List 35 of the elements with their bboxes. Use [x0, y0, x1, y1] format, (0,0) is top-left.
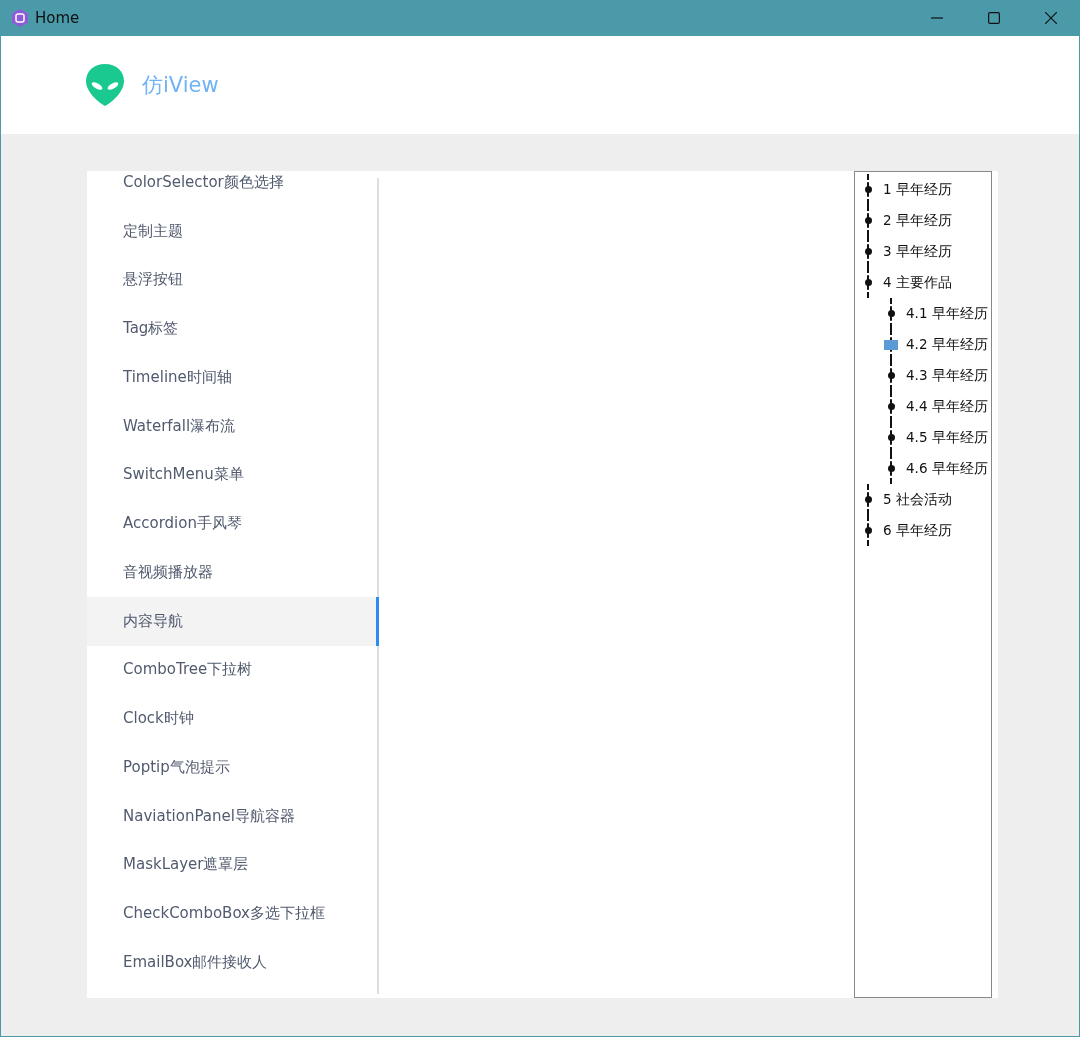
nav-item[interactable]: 4.3 早年经历 — [906, 366, 988, 385]
menu-item[interactable]: Waterfall瀑布流 — [87, 401, 379, 451]
menu-item[interactable]: EmailBox邮件接收人 — [87, 938, 379, 987]
menu-item[interactable]: Clock时钟 — [87, 694, 379, 743]
hexagon-logo-icon — [11, 9, 29, 27]
menu-item[interactable]: Accordion手风琴 — [87, 499, 379, 548]
nav-item[interactable]: 6 早年经历 — [883, 521, 952, 540]
menu-item[interactable]: NaviationPanel导航容器 — [87, 791, 379, 841]
menu-item[interactable]: ComboTree下拉树 — [87, 645, 379, 695]
menu-item[interactable]: 悬浮按钮 — [87, 255, 379, 305]
menu-item[interactable]: Tag标签 — [87, 304, 379, 353]
nav-item[interactable]: 2 早年经历 — [883, 211, 952, 230]
menu-item[interactable]: MaskLayer遮罩层 — [87, 840, 379, 890]
maximize-icon — [987, 12, 1000, 24]
nav-item[interactable]: 3 早年经历 — [883, 242, 952, 261]
nav-item[interactable]: 4.5 早年经历 — [906, 428, 988, 447]
nav-item[interactable]: 4.6 早年经历 — [906, 459, 988, 478]
window-title: Home — [35, 9, 80, 27]
menu-item[interactable]: ColorSelector颜色选择 — [87, 171, 379, 207]
alien-head-icon — [86, 64, 124, 106]
menu-item[interactable]: Poptip气泡提示 — [87, 743, 379, 792]
nav-item[interactable]: 5 社会活动 — [883, 490, 952, 509]
nav-item[interactable]: 1 早年经历 — [883, 180, 952, 199]
menu-item[interactable]: 定制主题 — [87, 206, 379, 256]
close-icon — [1044, 12, 1057, 24]
menu-item[interactable]: 内容导航 — [87, 596, 379, 646]
nav-item[interactable]: 4.4 早年经历 — [906, 397, 988, 416]
menu-item[interactable]: CheckComboBox多选下拉框 — [87, 889, 379, 938]
menu-item[interactable]: SwitchMenu菜单 — [87, 450, 379, 500]
nav-item[interactable]: 4.1 早年经历 — [906, 304, 988, 323]
nav-item[interactable]: 4.2 早年经历 — [906, 335, 988, 354]
menu-item[interactable]: 音视频播放器 — [87, 548, 379, 597]
menu-item[interactable]: Timeline时间轴 — [87, 353, 379, 402]
app-title: 仿iView — [142, 72, 219, 99]
nav-item[interactable]: 4 主要作品 — [883, 273, 952, 292]
